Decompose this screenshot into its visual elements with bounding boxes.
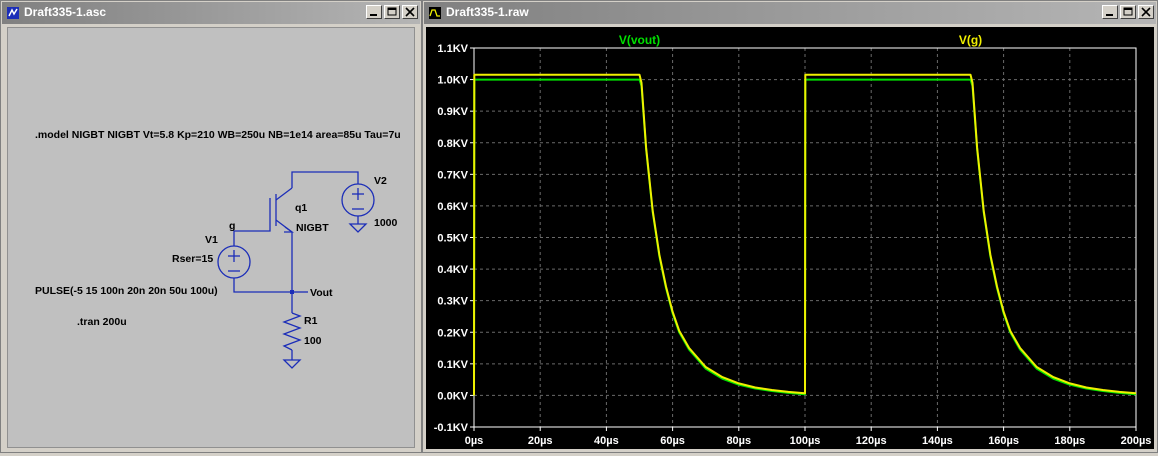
x-tick-label: 140µs	[922, 435, 953, 447]
x-axis-ticks: 0µs 20µs 40µs 60µs 80µs 100µs 120µs 140µs 160µs 1…	[465, 427, 1152, 447]
y-tick-label: 0.0KV	[437, 390, 468, 402]
x-tick-label: 160µs	[988, 435, 1019, 447]
y-tick-label: 0.3KV	[437, 296, 468, 308]
q1-name-label: q1	[295, 202, 307, 214]
ground-r1-icon	[282, 359, 302, 369]
schematic-app-icon	[7, 7, 19, 19]
waveform-close-button[interactable]	[1138, 5, 1154, 19]
y-tick-label: 0.1KV	[437, 359, 468, 371]
waveform-maximize-button[interactable]	[1120, 5, 1136, 19]
y-tick-label: 0.7KV	[437, 169, 468, 181]
v1-value-label[interactable]: PULSE(-5 15 100n 20n 20n 50u 100u)	[35, 285, 218, 297]
maximize-icon	[387, 7, 397, 16]
schematic-close-button[interactable]	[402, 5, 418, 19]
waveform-app-icon	[429, 7, 441, 19]
x-tick-label: 200µs	[1121, 435, 1152, 447]
vout-node-dot	[290, 290, 294, 294]
waveform-plot-area[interactable]: 1.1KV 1.0KV 0.9KV 0.8KV 0.7KV 0.6KV 0.5KV 0.4KV…	[426, 27, 1154, 449]
v1-name-label: V1	[205, 234, 218, 246]
tran-directive[interactable]: .tran 200u	[77, 316, 127, 328]
schematic-drawing[interactable]: .model NIGBT NIGBT Vt=5.8 Kp=210 WB=250u…	[8, 28, 416, 450]
y-tick-label: 0.9KV	[437, 106, 468, 118]
schematic-minimize-button[interactable]	[366, 5, 382, 19]
legend-v-vout[interactable]: V(vout)	[619, 33, 660, 47]
igbt-q1-symbol[interactable]	[269, 184, 295, 236]
minimize-icon	[1106, 14, 1113, 16]
net-g-label: g	[229, 220, 235, 232]
v2-source-symbol[interactable]	[341, 183, 375, 217]
waveform-window-title: Draft335-1.raw	[446, 5, 529, 19]
x-tick-label: 100µs	[790, 435, 821, 447]
close-icon	[1141, 7, 1151, 17]
x-tick-label: 0µs	[465, 435, 484, 447]
y-tick-label: 0.6KV	[437, 201, 468, 213]
y-axis-ticks: 1.1KV 1.0KV 0.9KV 0.8KV 0.7KV 0.6KV 0.5KV 0.4KV…	[434, 43, 474, 434]
legend-v-g[interactable]: V(g)	[959, 33, 982, 47]
schematic-window[interactable]: Draft335-1.asc .model NIGBT NIGBT Vt=5.8…	[0, 0, 422, 453]
r1-value-label: 100	[304, 335, 322, 347]
wires	[233, 171, 359, 360]
waveform-chart[interactable]: 1.1KV 1.0KV 0.9KV 0.8KV 0.7KV 0.6KV 0.5KV 0.4KV…	[426, 27, 1156, 451]
r1-resistor-symbol[interactable]	[282, 312, 302, 351]
waveform-minimize-button[interactable]	[1102, 5, 1118, 19]
y-tick-label: 0.8KV	[437, 138, 468, 150]
y-tick-label: 1.1KV	[437, 43, 468, 55]
x-tick-label: 20µs	[528, 435, 553, 447]
model-directive[interactable]: .model NIGBT NIGBT Vt=5.8 Kp=210 WB=250u…	[35, 129, 401, 141]
trace-v-g[interactable]	[473, 73, 1137, 396]
ground-v2-icon	[348, 223, 368, 233]
plot-traces[interactable]	[473, 73, 1137, 396]
x-tick-label: 80µs	[726, 435, 751, 447]
schematic-window-title: Draft335-1.asc	[24, 5, 107, 19]
net-vout-label: Vout	[310, 287, 333, 299]
x-tick-label: 180µs	[1054, 435, 1085, 447]
x-tick-label: 40µs	[594, 435, 619, 447]
v1-source-symbol[interactable]	[217, 245, 251, 279]
schematic-maximize-button[interactable]	[384, 5, 400, 19]
y-tick-label: 0.4KV	[437, 264, 468, 276]
q1-model-label: NIGBT	[296, 222, 329, 234]
r1-name-label: R1	[304, 315, 318, 327]
maximize-icon	[1123, 7, 1133, 16]
schematic-canvas[interactable]: .model NIGBT NIGBT Vt=5.8 Kp=210 WB=250u…	[7, 27, 415, 448]
waveform-window[interactable]: Draft335-1.raw 1.1KV 1.0KV 0.9KV 0.8KV 0.7KV…	[422, 0, 1158, 453]
v2-name-label: V2	[374, 175, 387, 187]
y-tick-label: -0.1KV	[434, 422, 469, 434]
y-tick-label: 1.0KV	[437, 75, 468, 87]
waveform-titlebar[interactable]: Draft335-1.raw	[424, 2, 1156, 24]
x-tick-label: 120µs	[856, 435, 887, 447]
y-tick-label: 0.2KV	[437, 327, 468, 339]
v1-rser-label: Rser=15	[172, 253, 213, 265]
minimize-icon	[370, 14, 377, 16]
schematic-titlebar[interactable]: Draft335-1.asc	[2, 2, 420, 24]
trace-labels[interactable]: V(vout) V(g)	[619, 33, 982, 47]
y-tick-label: 0.5KV	[437, 233, 468, 245]
close-icon	[405, 7, 415, 17]
v2-value-label: 1000	[374, 217, 398, 229]
x-tick-label: 60µs	[660, 435, 685, 447]
